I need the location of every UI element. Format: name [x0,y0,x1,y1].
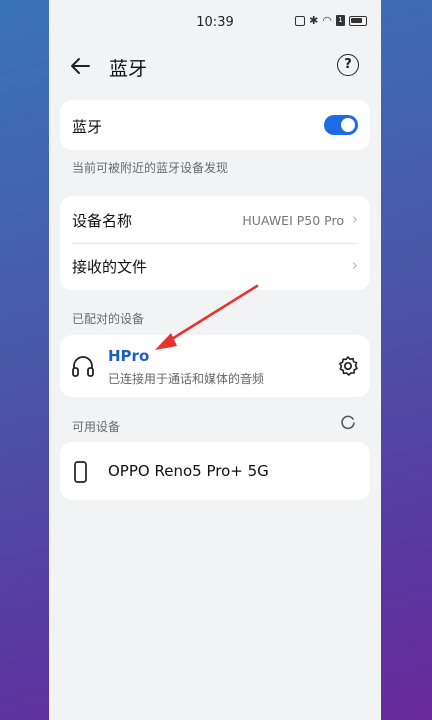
phone-screen: 10:39 ✱ ◠ 1 蓝牙 ? 蓝牙 当前可被附近的蓝牙设备发现 设备名称 H… [49,0,381,720]
annotation-arrow [155,284,259,350]
